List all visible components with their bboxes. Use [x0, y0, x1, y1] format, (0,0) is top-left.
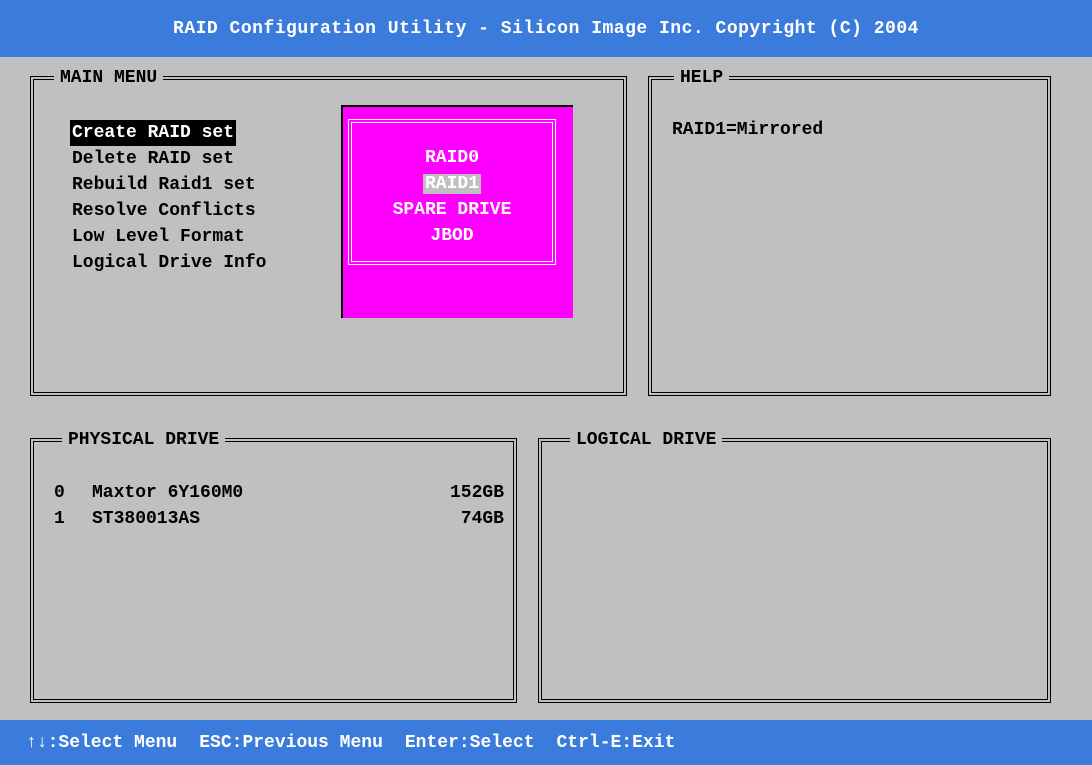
main-menu-list: Create RAID set Delete RAID set Rebuild … [70, 120, 268, 276]
physical-drive-panel: PHYSICAL DRIVE 0 Maxtor 6Y160M0 152GB 1 … [30, 430, 517, 703]
drive-id: 0 [54, 483, 65, 503]
menu-item-rebuild-raid1-set[interactable]: Rebuild Raid1 set [70, 172, 258, 198]
status-exit: Ctrl-E:Exit [556, 732, 676, 753]
drive-model: ST380013AS [92, 509, 201, 529]
status-enter-select: Enter:Select [404, 732, 535, 753]
menu-item-logical-drive-info[interactable]: Logical Drive Info [70, 250, 268, 276]
drive-model: Maxtor 6Y160M0 [92, 483, 244, 503]
help-title: HELP [674, 68, 730, 88]
drive-id: 1 [54, 509, 65, 529]
status-previous-menu: ESC:Previous Menu [199, 732, 383, 753]
status-bar: ↑↓:Select Menu ESC:Previous Menu Enter:S… [0, 720, 1092, 765]
menu-item-delete-raid-set[interactable]: Delete RAID set [70, 146, 236, 172]
raid-level-list: RAID0 RAID1 SPARE DRIVE JBOD [352, 145, 552, 249]
main-menu-title: MAIN MENU [54, 68, 164, 88]
raid-level-popup: RAID0 RAID1 SPARE DRIVE JBOD [341, 105, 573, 318]
raid-option-label: RAID0 [424, 148, 479, 168]
raid-option-spare-drive[interactable]: SPARE DRIVE [352, 197, 552, 223]
raid-option-raid0[interactable]: RAID0 [352, 145, 552, 171]
logical-drive-title: LOGICAL DRIVE [570, 430, 723, 450]
menu-item-low-level-format[interactable]: Low Level Format [70, 224, 247, 250]
raid-option-label: RAID1 [422, 174, 481, 194]
title-bar: RAID Configuration Utility - Silicon Ima… [0, 0, 1092, 57]
table-row: 1 ST380013AS 74GB [54, 506, 504, 532]
logical-drive-panel: LOGICAL DRIVE [538, 430, 1051, 703]
help-panel: HELP RAID1=Mirrored [648, 68, 1051, 396]
drive-size: 152GB [449, 483, 504, 503]
raid-option-label: SPARE DRIVE [392, 200, 512, 220]
menu-item-resolve-conflicts[interactable]: Resolve Conflicts [70, 198, 258, 224]
table-row: 0 Maxtor 6Y160M0 152GB [54, 480, 504, 506]
drive-size: 74GB [460, 509, 504, 529]
raid-level-popup-frame: RAID0 RAID1 SPARE DRIVE JBOD [348, 119, 556, 265]
raid-option-raid1[interactable]: RAID1 [352, 171, 552, 197]
raid-option-jbod[interactable]: JBOD [352, 223, 552, 249]
physical-drive-title: PHYSICAL DRIVE [62, 430, 226, 450]
physical-drive-table: 0 Maxtor 6Y160M0 152GB 1 ST380013AS 74GB [54, 480, 504, 532]
status-select-menu: ↑↓:Select Menu [26, 732, 178, 753]
raid-option-label: JBOD [430, 226, 474, 246]
help-text: RAID1=Mirrored [672, 120, 824, 140]
menu-item-create-raid-set[interactable]: Create RAID set [70, 120, 237, 146]
app-title: RAID Configuration Utility - Silicon Ima… [173, 18, 919, 39]
bios-screen: RAID Configuration Utility - Silicon Ima… [0, 0, 1092, 765]
